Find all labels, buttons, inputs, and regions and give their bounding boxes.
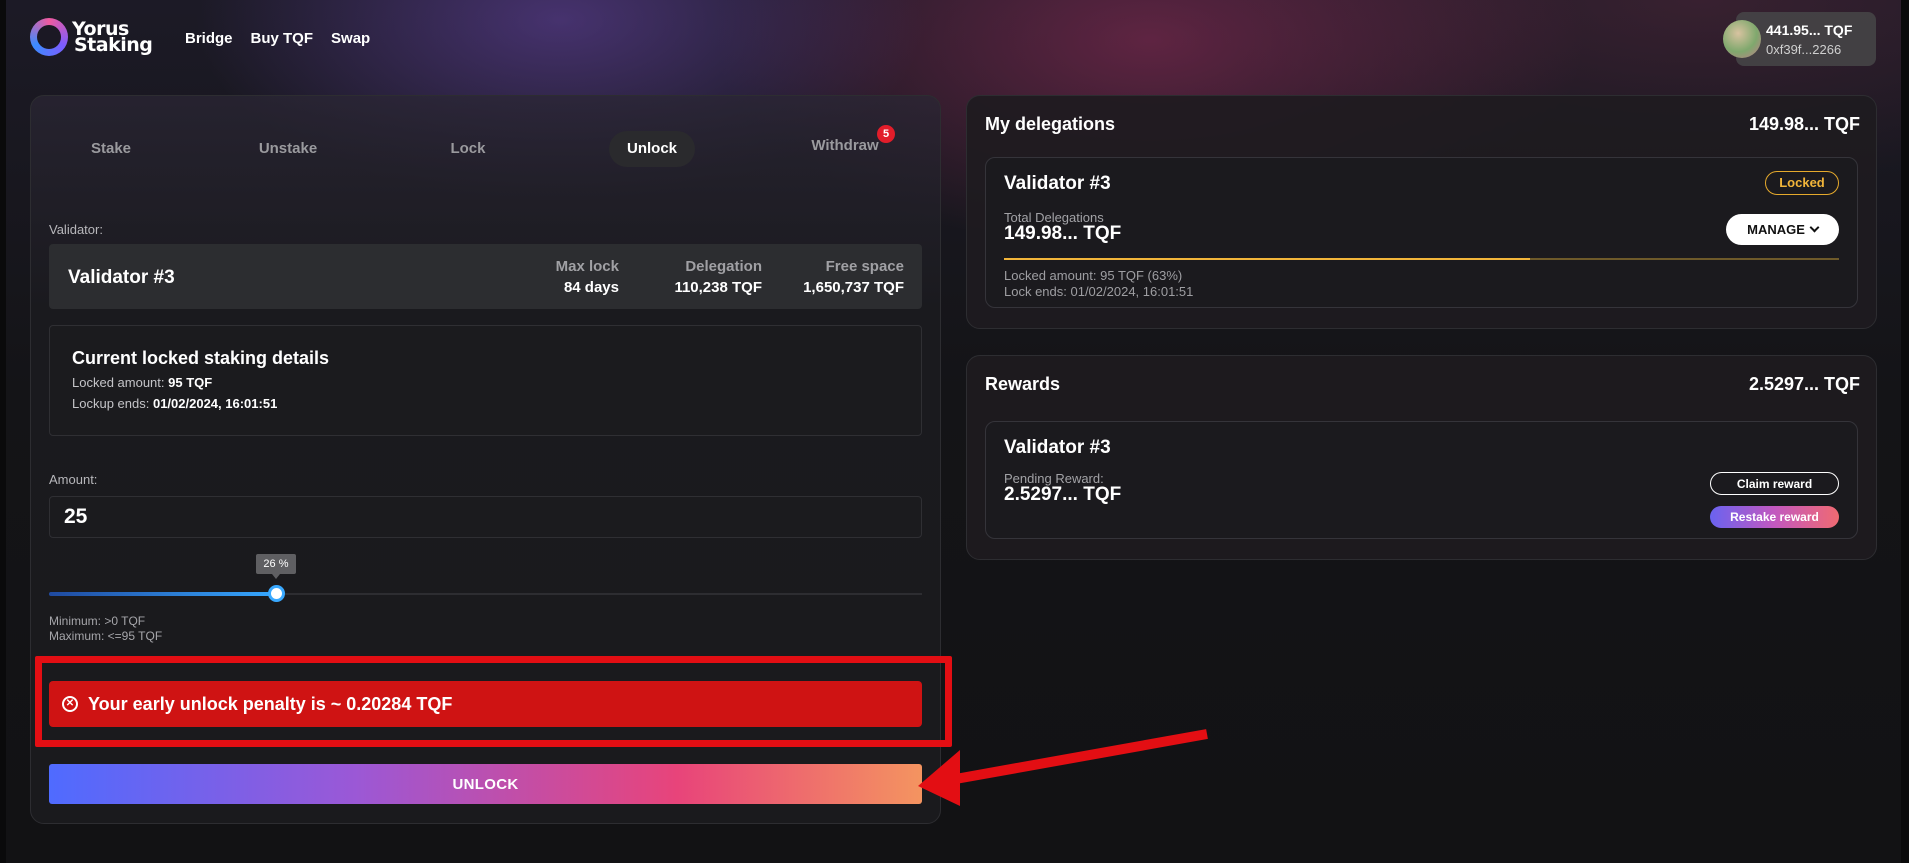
nav-link-swap[interactable]: Swap [331,30,370,47]
rewards-panel: Rewards 2.5297... TQF Validator #3 Pendi… [966,355,1877,560]
staking-panel: Stake Unstake Lock Unlock Withdraw 5 Val… [30,95,952,824]
free-space-label: Free space [825,258,904,275]
restake-reward-button[interactable]: Restake reward [1710,506,1839,528]
locked-staking-details: Current locked staking details Locked am… [49,325,922,436]
staking-tabs: Stake Unstake Lock Unlock Withdraw 5 [31,125,940,167]
validator-selector[interactable]: Validator #3 Max lock 84 days Delegation… [49,244,922,309]
penalty-alert: ✕ Your early unlock penalty is ~ 0.20284… [49,681,922,727]
amount-input[interactable] [49,496,922,538]
max-lock-label: Max lock [555,258,619,275]
wallet-avatar[interactable] [1723,20,1761,58]
delegations-panel: My delegations 149.98... TQF Validator #… [966,95,1877,329]
total-delegations-value: 149.98... TQF [1004,223,1122,244]
amount-label: Amount: [49,472,98,487]
slider-thumb[interactable] [267,585,285,602]
pending-reward-value: 2.5297... TQF [1004,484,1122,505]
details-lockup-ends: Lockup ends: 01/02/2024, 16:01:51 [72,396,278,411]
tab-lock[interactable]: Lock [443,131,493,167]
details-title: Current locked staking details [72,348,330,368]
details-locked-amount: Locked amount: 95 TQF [72,375,213,390]
amount-slider[interactable]: 26 % [49,554,922,602]
unlock-button[interactable]: UNLOCK [49,764,922,804]
locked-amount-text: Locked amount: 95 TQF (63%) [1004,268,1183,283]
locked-progress-bar [1004,258,1839,260]
main-nav: Bridge Buy TQF Swap [185,30,370,47]
max-lock-value: 84 days [563,279,619,296]
validator-label: Validator: [49,222,103,237]
delegations-title: My delegations [985,114,1116,134]
tab-withdraw[interactable]: Withdraw 5 [809,125,895,164]
free-space-stat: Free space 1,650,737 TQF [803,258,904,296]
amount-maximum: Maximum: <=95 TQF [49,629,163,643]
withdraw-count-badge: 5 [877,125,895,143]
delegations-total: 149.98... TQF [1748,114,1860,134]
reward-card: Validator #3 Pending Reward: 2.5297... T… [985,421,1858,539]
nav-link-buy-tqf[interactable]: Buy TQF [251,30,314,47]
amount-minimum: Minimum: >0 TQF [49,614,146,628]
rewards-total: 2.5297... TQF [1748,374,1860,394]
manage-button-label: MANAGE [1747,222,1805,237]
manage-button[interactable]: MANAGE [1726,214,1839,245]
annotation-arrow-shaft [949,729,1208,785]
nav-link-bridge[interactable]: Bridge [185,30,233,47]
brand-wordmark: Yorus Staking [72,20,153,56]
rewards-title: Rewards [985,374,1061,394]
delegation-card: Validator #3 Locked Total Delegations 14… [985,157,1858,308]
tab-stake[interactable]: Stake [81,131,141,167]
claim-reward-button[interactable]: Claim reward [1710,472,1839,495]
slider-percent-tooltip: 26 % [255,554,296,579]
logo-ring-icon [30,18,68,56]
tab-unlock[interactable]: Unlock [609,131,696,167]
penalty-alert-text: Your early unlock penalty is ~ 0.20284 T… [88,693,453,714]
delegation-label: Delegation [685,258,762,275]
status-badge: Locked [1765,171,1839,195]
brand-line2: Staking [74,34,153,56]
delegation-validator-name: Validator #3 [1004,173,1111,194]
delegation-value: 110,238 TQF [674,279,762,296]
locked-progress-fill [1004,258,1531,260]
error-circle-icon: ✕ [62,696,78,712]
brand-logo[interactable]: Yorus Staking [30,18,153,56]
lock-ends-text: Lock ends: 01/02/2024, 16:01:51 [1004,284,1194,299]
tab-withdraw-label: Withdraw [811,137,879,154]
free-space-value: 1,650,737 TQF [803,279,904,296]
max-lock-stat: Max lock 84 days [556,258,619,296]
reward-validator-name: Validator #3 [1004,437,1111,458]
chevron-down-icon [1809,222,1820,233]
delegation-stat: Delegation 110,238 TQF [674,258,762,296]
wallet-address: 0xf39f...2266 [1766,42,1842,57]
wallet-balance: 441.95... TQF [1766,22,1853,38]
slider-fill [49,592,276,596]
tab-unstake[interactable]: Unstake [253,131,323,167]
validator-name: Validator #3 [68,267,175,288]
